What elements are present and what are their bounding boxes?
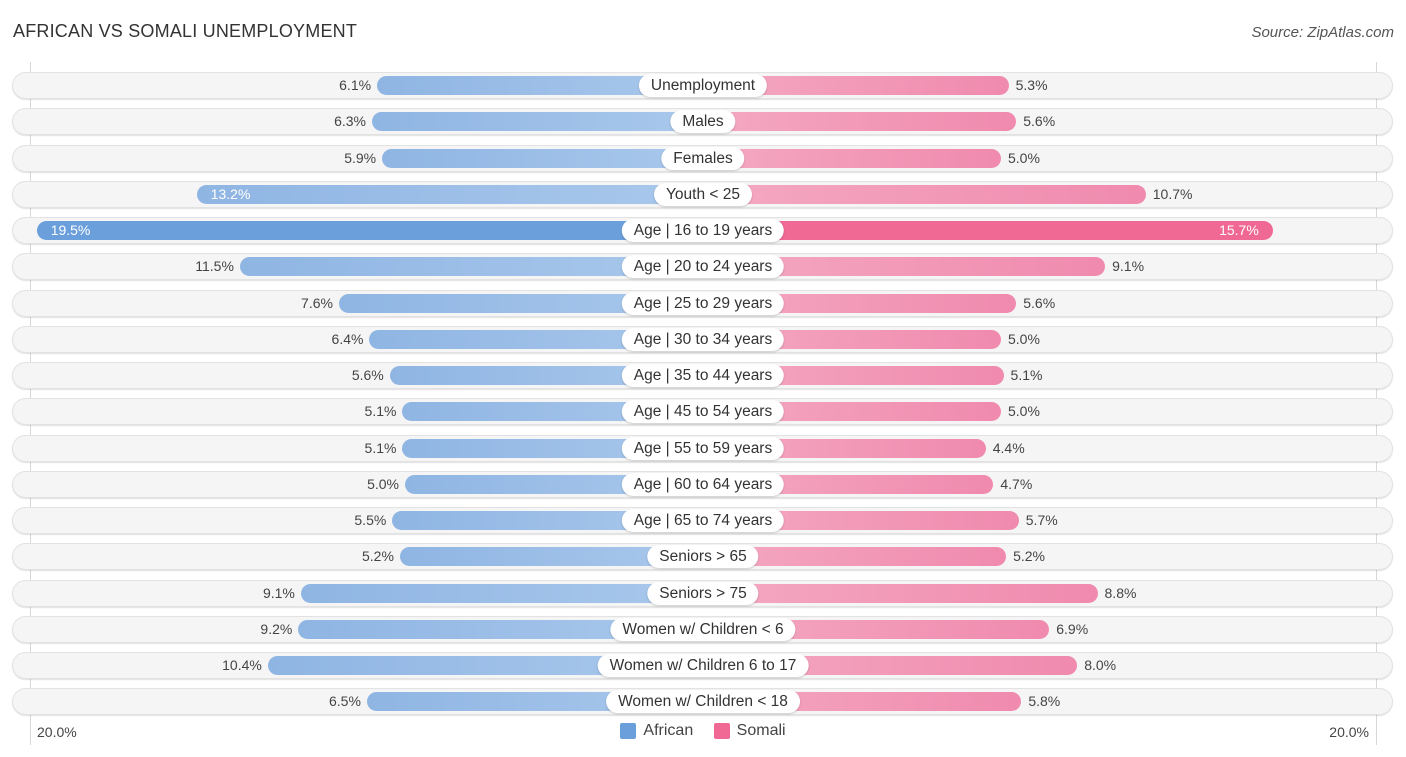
value-label-african: 5.1% — [364, 440, 397, 456]
value-label-somali: 9.1% — [1112, 258, 1145, 274]
bar-somali[interactable] — [703, 149, 1001, 168]
value-label-african: 10.4% — [222, 657, 262, 673]
value-label-somali: 6.9% — [1056, 621, 1089, 637]
value-label-somali: 4.7% — [1000, 476, 1033, 492]
category-label: Youth < 25 — [654, 183, 752, 206]
category-label: Age | 55 to 59 years — [621, 437, 785, 460]
value-label-african: 5.6% — [351, 367, 384, 383]
value-label-african: 13.2% — [210, 186, 251, 202]
category-label: Age | 35 to 44 years — [621, 364, 785, 387]
value-label-african: 5.9% — [344, 150, 377, 166]
category-label: Females — [661, 147, 745, 170]
value-label-african: 5.1% — [364, 403, 397, 419]
legend-label-somali: Somali — [736, 722, 786, 739]
value-label-african: 6.5% — [328, 693, 361, 709]
category-label: Age | 30 to 34 years — [621, 328, 785, 351]
value-label-somali: 5.1% — [1010, 367, 1043, 383]
value-label-african: 7.6% — [301, 295, 333, 311]
value-label-somali: 10.7% — [1152, 186, 1193, 202]
value-label-african: 11.5% — [195, 258, 234, 274]
value-label-african: 6.1% — [339, 77, 372, 93]
value-label-somali: 5.0% — [1008, 403, 1040, 419]
value-label-somali: 5.8% — [1028, 693, 1061, 709]
value-label-somali: 5.6% — [1023, 295, 1056, 311]
category-label: Unemployment — [638, 74, 768, 97]
value-label-somali: 5.6% — [1023, 113, 1056, 129]
bar-african[interactable] — [196, 185, 703, 204]
value-label-somali: 5.0% — [1008, 331, 1040, 347]
source-label: Source: ZipAtlas.com — [1251, 24, 1394, 41]
value-label-african: 5.5% — [354, 512, 387, 528]
legend-label-african: African — [643, 722, 694, 739]
category-label: Age | 60 to 64 years — [621, 473, 785, 496]
category-label: Age | 45 to 54 years — [621, 400, 785, 423]
bar-somali[interactable] — [703, 584, 1098, 603]
value-label-somali: 4.4% — [992, 440, 1025, 456]
value-label-african: 19.5% — [50, 222, 91, 238]
value-label-african: 6.3% — [334, 113, 366, 129]
category-label: Seniors > 65 — [647, 545, 759, 568]
bar-african[interactable] — [300, 584, 703, 603]
category-label: Women w/ Children 6 to 17 — [597, 654, 809, 677]
legend-swatch-somali — [713, 723, 730, 739]
value-label-african: 9.1% — [262, 585, 295, 601]
legend: African Somali — [0, 722, 1406, 744]
bar-african[interactable] — [36, 221, 703, 240]
value-label-somali: 5.0% — [1008, 150, 1040, 166]
value-label-african: 5.0% — [367, 476, 399, 492]
category-label: Seniors > 75 — [647, 582, 759, 605]
category-label: Women w/ Children < 6 — [610, 618, 796, 641]
value-label-somali: 8.0% — [1084, 657, 1117, 673]
value-label-somali: 5.3% — [1015, 77, 1048, 93]
category-label: Women w/ Children < 18 — [606, 690, 800, 713]
chart-title: AFRICAN VS SOMALI UNEMPLOYMENT — [13, 21, 358, 41]
value-label-somali: 15.7% — [1219, 222, 1259, 238]
value-label-african: 6.4% — [331, 331, 364, 347]
value-label-somali: 5.7% — [1025, 512, 1058, 528]
legend-item-somali[interactable]: Somali — [713, 722, 786, 740]
category-label: Age | 20 to 24 years — [621, 255, 785, 278]
category-label: Age | 65 to 74 years — [621, 509, 785, 532]
bar-somali[interactable] — [703, 112, 1017, 131]
legend-item-african[interactable]: African — [620, 722, 693, 740]
value-label-somali: 8.8% — [1104, 585, 1137, 601]
bar-somali[interactable] — [703, 221, 1273, 240]
value-label-african: 5.2% — [362, 548, 394, 564]
legend-swatch-african — [620, 723, 637, 739]
bar-african[interactable] — [371, 112, 703, 131]
category-label: Age | 25 to 29 years — [621, 292, 785, 315]
bar-somali[interactable] — [703, 185, 1146, 204]
value-label-african: 9.2% — [260, 621, 293, 637]
value-label-somali: 5.2% — [1013, 548, 1045, 564]
category-label: Age | 16 to 19 years — [621, 219, 785, 242]
bar-african[interactable] — [382, 149, 703, 168]
category-label: Males — [670, 110, 736, 133]
